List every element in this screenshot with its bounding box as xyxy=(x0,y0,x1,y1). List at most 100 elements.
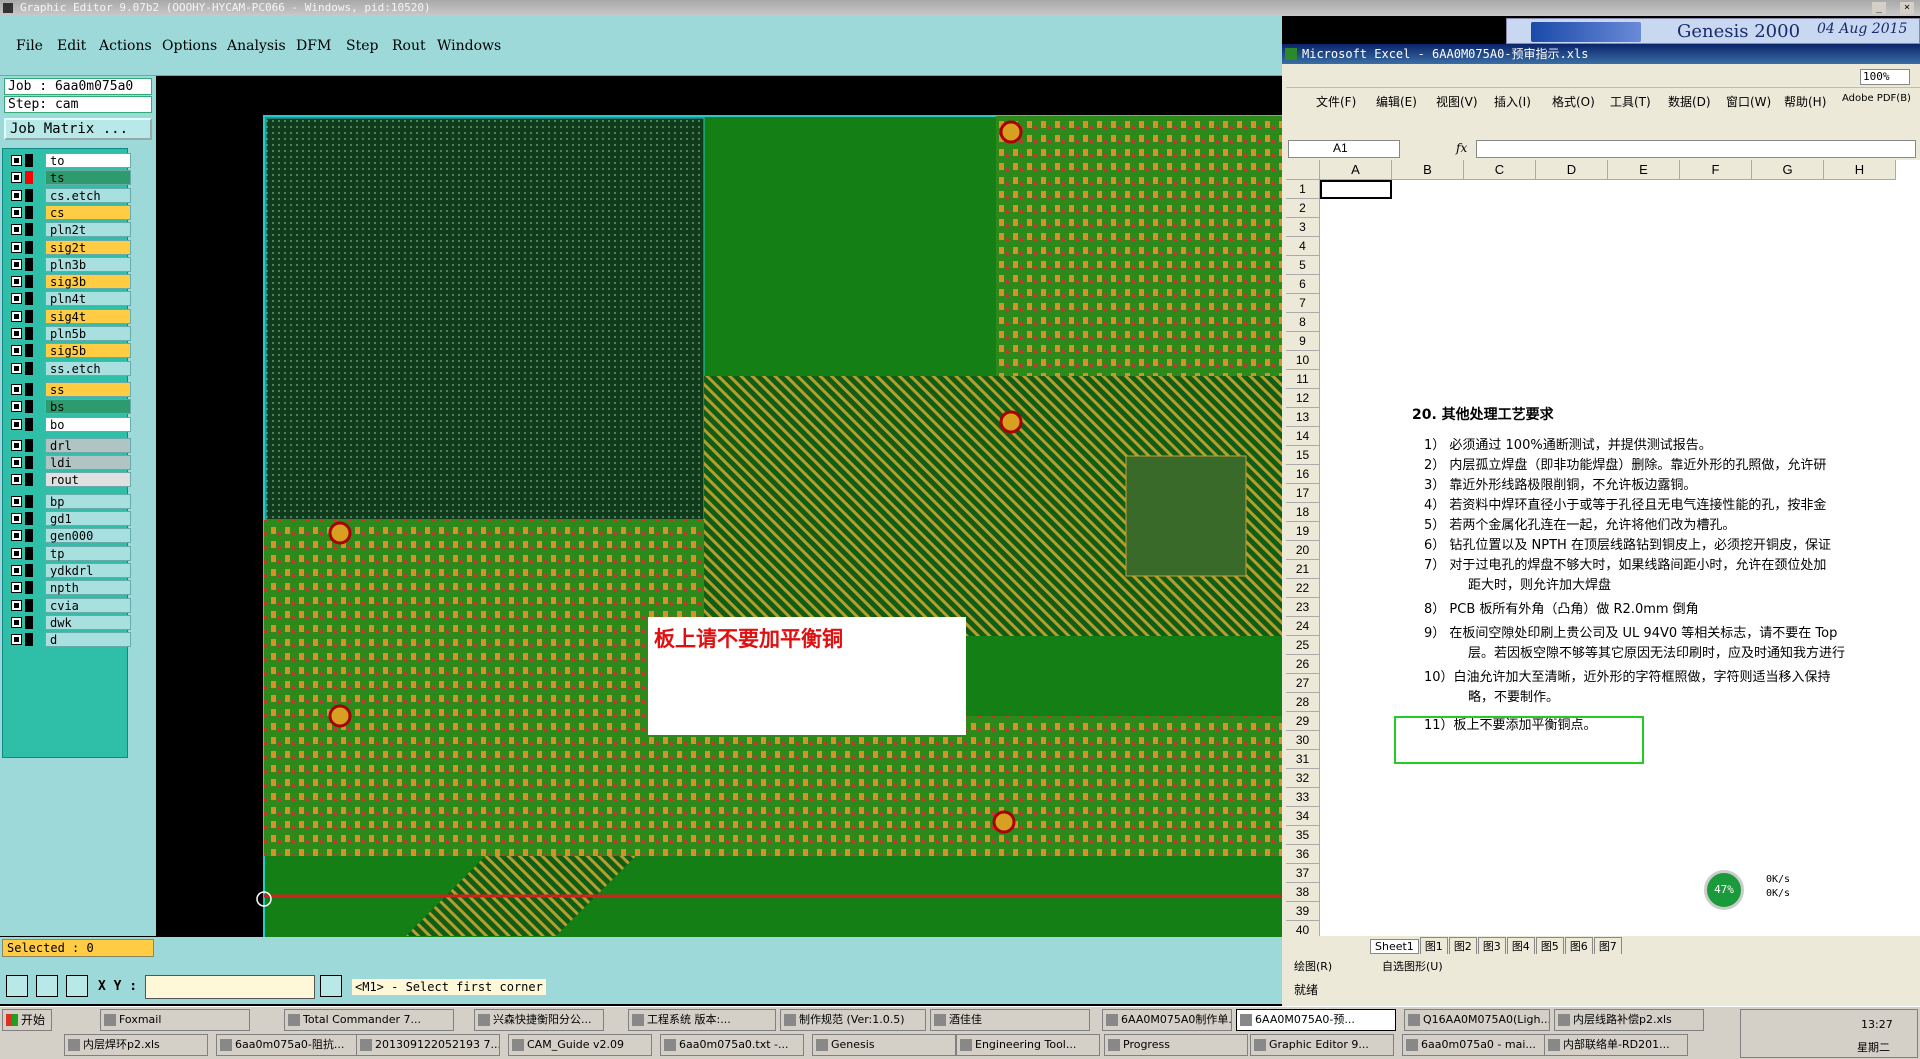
zoom-tool-icon[interactable] xyxy=(6,975,28,997)
layer-name[interactable]: cs.etch xyxy=(45,187,131,203)
row-header[interactable]: 32 xyxy=(1286,769,1320,788)
layer-checkbox[interactable] xyxy=(11,547,22,559)
excel-menu-adobe[interactable]: Adobe PDF(B) xyxy=(1842,93,1911,104)
zoom-select[interactable]: 100% xyxy=(1860,69,1910,85)
menu-edit[interactable]: Edit xyxy=(57,38,86,54)
column-header[interactable]: B xyxy=(1392,160,1464,180)
layer-checkbox[interactable] xyxy=(11,418,22,430)
row-header[interactable]: 5 xyxy=(1286,256,1320,275)
row-header[interactable]: 25 xyxy=(1286,636,1320,655)
layer-row-bs[interactable]: bs xyxy=(9,399,131,415)
row-header[interactable]: 35 xyxy=(1286,826,1320,845)
layer-row-ss-etch[interactable]: ss.etch xyxy=(9,360,131,376)
row-header[interactable]: 10 xyxy=(1286,351,1320,370)
taskbar-button[interactable]: Graphic Editor 9... xyxy=(1250,1034,1394,1056)
row-header[interactable]: 30 xyxy=(1286,731,1320,750)
layer-row-sig5b[interactable]: sig5b xyxy=(9,343,131,359)
layer-checkbox[interactable] xyxy=(11,241,22,253)
layer-checkbox[interactable] xyxy=(11,383,22,395)
layer-row-tp[interactable]: tp xyxy=(9,545,131,561)
layer-name[interactable]: npth xyxy=(45,580,131,596)
taskbar-button[interactable]: 酒佳佳 xyxy=(930,1009,1090,1031)
layer-row-pln4t[interactable]: pln4t xyxy=(9,291,131,307)
row-header[interactable]: 2 xyxy=(1286,199,1320,218)
layer-row-ss[interactable]: ss xyxy=(9,381,131,397)
row-header[interactable]: 38 xyxy=(1286,883,1320,902)
sheet-tab[interactable]: Sheet1 xyxy=(1370,939,1419,954)
layer-name[interactable]: bo xyxy=(45,416,131,432)
layer-checkbox[interactable] xyxy=(11,362,22,374)
layer-name[interactable]: ldi xyxy=(45,455,131,471)
row-header[interactable]: 17 xyxy=(1286,484,1320,503)
layer-checkbox[interactable] xyxy=(11,439,22,451)
taskbar-button[interactable]: 制作规范 (Ver:1.0.5) xyxy=(780,1009,926,1031)
layer-name[interactable]: gen000 xyxy=(45,528,131,544)
pcb-canvas[interactable]: 板上请不要加平衡铜 xyxy=(156,76,1282,938)
sheet-tab[interactable]: 图3 xyxy=(1477,937,1506,955)
row-header[interactable]: 16 xyxy=(1286,465,1320,484)
layer-checkbox[interactable] xyxy=(11,293,22,305)
layer-checkbox[interactable] xyxy=(11,224,22,236)
row-header[interactable]: 12 xyxy=(1286,389,1320,408)
column-header[interactable]: F xyxy=(1680,160,1752,180)
name-box[interactable]: A1 xyxy=(1288,140,1400,158)
taskbar-button[interactable]: Progress xyxy=(1104,1034,1248,1056)
layer-checkbox[interactable] xyxy=(11,474,22,486)
excel-menu-format[interactable]: 格式(O) xyxy=(1552,93,1595,110)
fx-icon[interactable]: fx xyxy=(1456,141,1467,155)
taskbar-button[interactable]: 6aa0m075a0 - mai... xyxy=(1402,1034,1546,1056)
row-header[interactable]: 11 xyxy=(1286,370,1320,389)
excel-menu-edit[interactable]: 编辑(E) xyxy=(1376,93,1417,110)
layer-row-ts[interactable]: ts xyxy=(9,170,131,186)
layer-name[interactable]: sig4t xyxy=(45,308,131,324)
sheet-tab[interactable]: 图7 xyxy=(1593,937,1622,955)
excel-menu-insert[interactable]: 插入(I) xyxy=(1494,93,1531,110)
layer-name[interactable]: to xyxy=(45,153,131,168)
layer-name[interactable]: tp xyxy=(45,545,131,561)
layer-checkbox[interactable] xyxy=(11,530,22,542)
row-header[interactable]: 4 xyxy=(1286,237,1320,256)
taskbar-button[interactable]: 内层线路补偿p2.xls xyxy=(1554,1009,1704,1031)
column-header[interactable]: D xyxy=(1536,160,1608,180)
layer-row-cs-etch[interactable]: cs.etch xyxy=(9,187,131,203)
draw-menu[interactable]: 绘图(R) xyxy=(1294,958,1332,974)
row-header[interactable]: 8 xyxy=(1286,313,1320,332)
taskbar-button[interactable]: Total Commander 7... xyxy=(284,1009,454,1031)
taskbar-button[interactable]: 6AA0M075A0-预... xyxy=(1236,1009,1396,1031)
layer-row-pln5b[interactable]: pln5b xyxy=(9,326,131,341)
excel-menu-help[interactable]: 帮助(H) xyxy=(1784,93,1826,110)
layer-row-bp[interactable]: bp xyxy=(9,493,131,509)
sheet-grid[interactable]: ABCDEFGH 1 2 3 4 5 6 7 8 9 10 11 12 13 14 15 16 17 18 19 20… xyxy=(1286,160,1920,936)
row-header[interactable]: 15 xyxy=(1286,446,1320,465)
formula-input[interactable] xyxy=(1476,140,1916,158)
layer-checkbox[interactable] xyxy=(11,513,22,524)
row-header[interactable]: 1 xyxy=(1286,180,1320,199)
row-header[interactable]: 34 xyxy=(1286,807,1320,826)
column-header[interactable]: C xyxy=(1464,160,1536,180)
taskbar-button[interactable]: Engineering Tool... xyxy=(956,1034,1100,1056)
layer-checkbox[interactable] xyxy=(11,345,22,357)
minimize-icon[interactable]: _ xyxy=(1872,2,1886,14)
row-header[interactable]: 9 xyxy=(1286,332,1320,351)
layer-checkbox[interactable] xyxy=(11,155,22,166)
taskbar-button[interactable]: CAM_Guide v2.09 xyxy=(508,1034,652,1056)
menu-windows[interactable]: Windows xyxy=(437,38,501,54)
taskbar-button[interactable]: Genesis xyxy=(812,1034,956,1056)
taskbar-button[interactable]: Q16AA0M075A0(Ligh... xyxy=(1404,1009,1550,1031)
layer-row-ldi[interactable]: ldi xyxy=(9,455,131,471)
menu-file[interactable]: File xyxy=(16,38,43,54)
row-header[interactable]: 3 xyxy=(1286,218,1320,237)
taskbar-button[interactable]: Foxmail xyxy=(100,1009,250,1031)
layer-row-ydkdrl[interactable]: ydkdrl xyxy=(9,562,131,578)
row-header[interactable]: 40 xyxy=(1286,921,1320,936)
row-header[interactable]: 33 xyxy=(1286,788,1320,807)
layer-row-npth[interactable]: npth xyxy=(9,580,131,596)
layer-name[interactable]: cvia xyxy=(45,597,131,613)
column-header[interactable]: H xyxy=(1824,160,1896,180)
excel-menu-window[interactable]: 窗口(W) xyxy=(1726,93,1771,110)
row-header[interactable]: 14 xyxy=(1286,427,1320,446)
taskbar-button[interactable]: 工程系统 版本:... xyxy=(628,1009,776,1031)
taskbar-button[interactable]: 201309122052193 7... xyxy=(356,1034,500,1056)
menu-step[interactable]: Step xyxy=(346,38,378,54)
excel-menu-view[interactable]: 视图(V) xyxy=(1436,93,1478,110)
